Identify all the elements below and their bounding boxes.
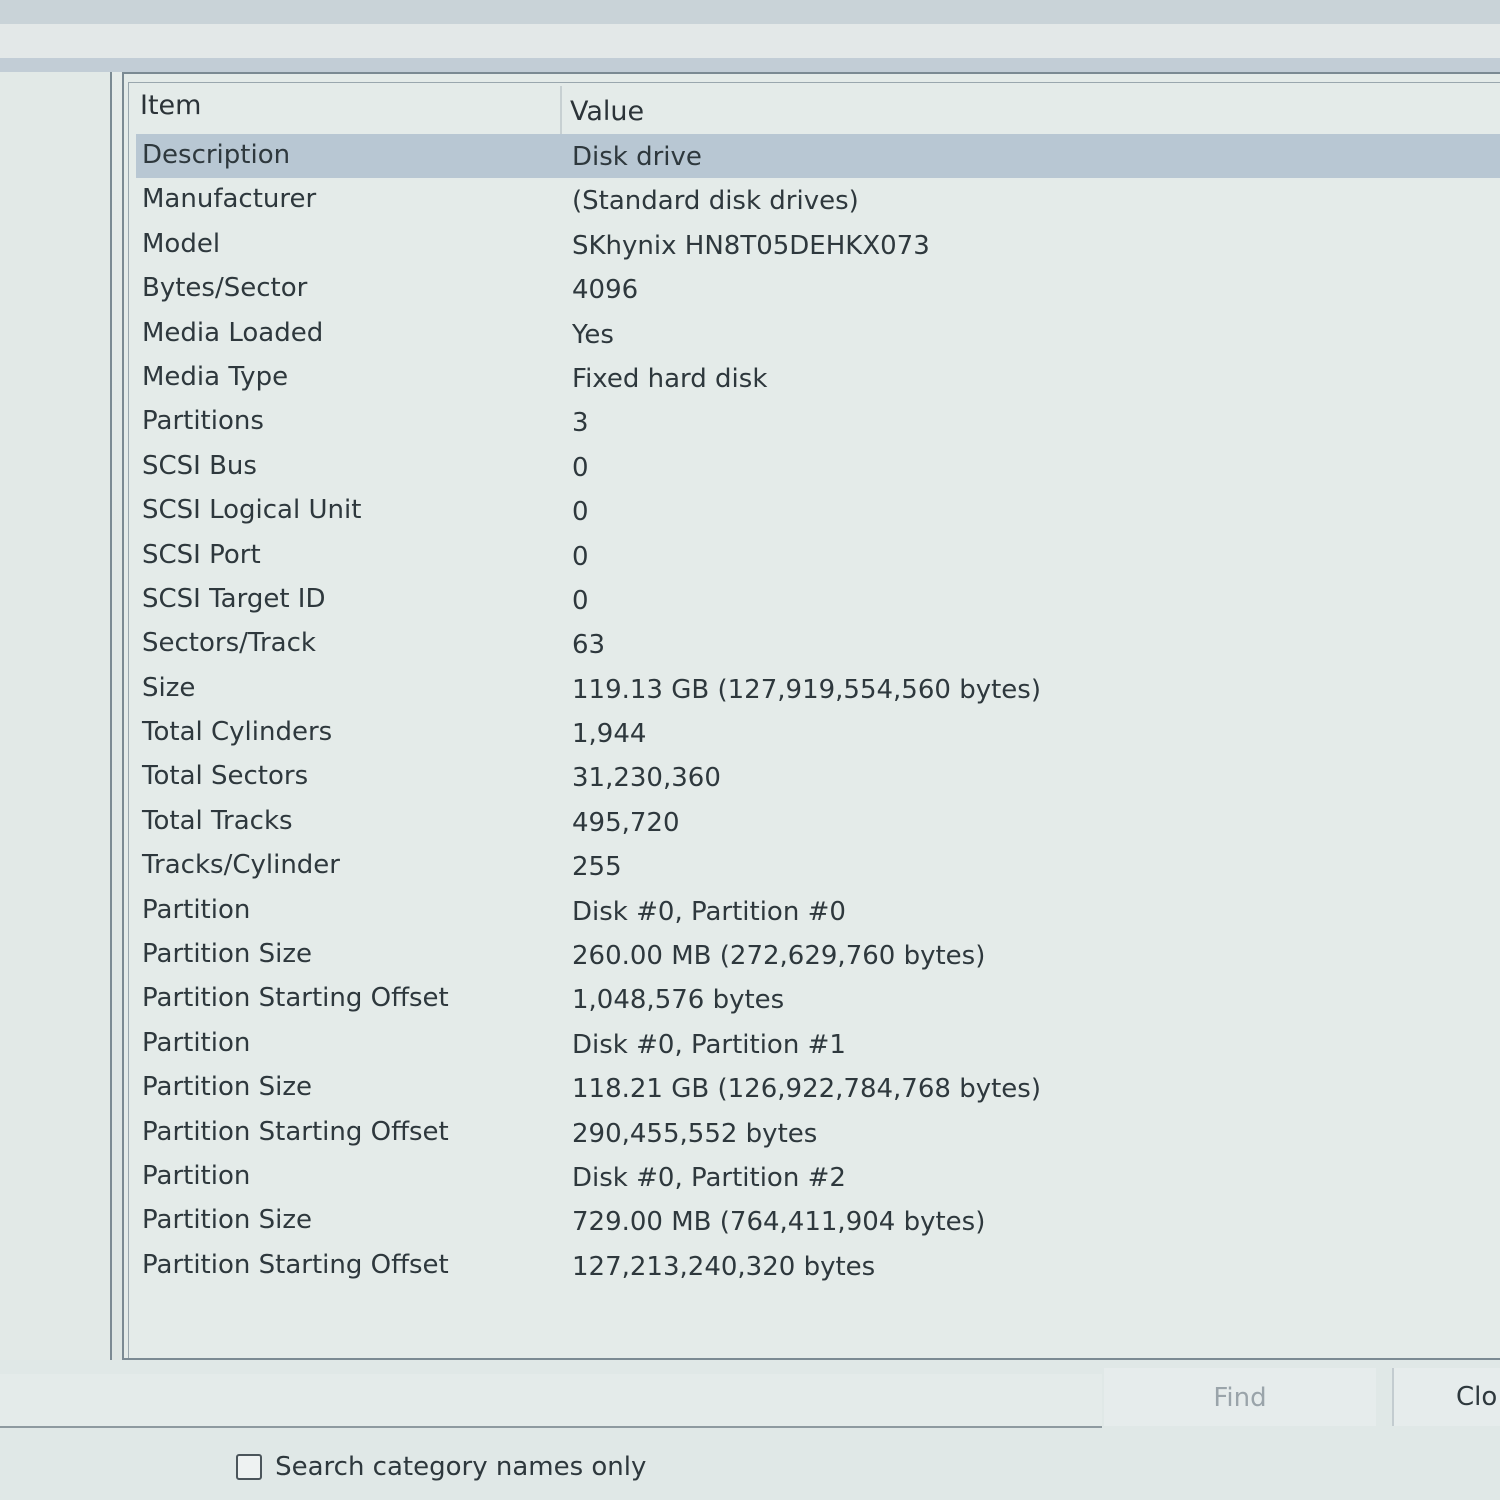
row-value-cell: 127,213,240,320 bytes [572, 1251, 876, 1282]
menu-area [0, 24, 1500, 58]
table-row[interactable]: Tracks/Cylinder 255 [136, 844, 1500, 888]
table-row[interactable]: SCSI Target ID 0 [136, 578, 1500, 622]
row-value-cell: Disk #0, Partition #0 [572, 896, 846, 927]
row-item-cell: Media Loaded [142, 317, 324, 348]
row-value-cell: 729.00 MB (764,411,904 bytes) [572, 1207, 986, 1238]
row-value-cell: 1,048,576 bytes [572, 985, 785, 1016]
row-item-cell: Partition Starting Offset [142, 1249, 449, 1280]
row-item-cell: Partition [142, 894, 251, 925]
row-value-cell: 255 [572, 852, 622, 883]
table-row[interactable]: Partition Disk #0, Partition #2 [136, 1155, 1500, 1199]
table-row[interactable]: Media Loaded Yes [136, 312, 1500, 356]
row-item-cell: Partition [142, 1160, 251, 1191]
system-information-window: Item Value Description Disk drive Manufact… [0, 0, 1500, 1500]
row-value-cell: Disk #0, Partition #2 [572, 1162, 846, 1193]
row-item-cell: SCSI Bus [142, 450, 257, 481]
table-row[interactable]: Media Type Fixed hard disk [136, 356, 1500, 400]
table-row[interactable]: Description Disk drive [136, 134, 1500, 179]
row-value-cell: 0 [572, 585, 589, 616]
details-table-body: Description Disk drive Manufacturer (Standa… [136, 134, 1500, 1288]
row-item-cell: Sectors/Track [142, 628, 316, 659]
column-header-item[interactable]: Item [140, 90, 201, 121]
close-find-button[interactable]: Clo [1392, 1368, 1500, 1426]
search-category-names-option[interactable]: Search category names only [236, 1452, 646, 1486]
search-category-names-checkbox[interactable] [236, 1454, 262, 1480]
row-value-cell: 31,230,360 [572, 763, 721, 794]
row-item-cell: Partition Starting Offset [142, 983, 449, 1014]
row-item-cell: SCSI Target ID [142, 583, 326, 614]
row-item-cell: Total Tracks [142, 805, 293, 836]
table-row[interactable]: Total Tracks 495,720 [136, 800, 1500, 844]
row-value-cell: 260.00 MB (272,629,760 bytes) [572, 941, 986, 972]
row-item-cell: Tracks/Cylinder [142, 850, 340, 881]
row-value-cell: Disk #0, Partition #1 [572, 1029, 846, 1060]
column-header-value[interactable]: Value [570, 96, 644, 127]
table-row[interactable]: SCSI Port 0 [136, 534, 1500, 578]
table-row[interactable]: Total Sectors 31,230,360 [136, 755, 1500, 799]
table-row[interactable]: Partition Disk #0, Partition #1 [136, 1022, 1500, 1066]
row-item-cell: Total Cylinders [142, 717, 333, 748]
row-item-cell: Size [142, 672, 196, 703]
row-value-cell: 3 [572, 408, 589, 439]
row-value-cell: 118.21 GB (126,922,784,768 bytes) [572, 1074, 1041, 1105]
row-item-cell: SCSI Port [142, 539, 261, 570]
table-row[interactable]: Partitions 3 [136, 400, 1500, 444]
details-pane: Item Value Description Disk drive Manufact… [122, 72, 1500, 1360]
table-row[interactable]: Manufacturer (Standard disk drives) [136, 178, 1500, 222]
row-item-cell: Partition Size [142, 939, 312, 970]
row-value-cell: 1,944 [572, 719, 647, 750]
table-row[interactable]: Partition Starting Offset 290,455,552 byt… [136, 1111, 1500, 1155]
table-row[interactable]: Partition Starting Offset 127,213,240,320… [136, 1244, 1500, 1288]
row-value-cell: 0 [572, 497, 589, 528]
row-value-cell: 0 [572, 452, 589, 483]
row-item-cell: Partition Size [142, 1205, 312, 1236]
row-value-cell: 290,455,552 bytes [572, 1118, 818, 1149]
row-item-cell: SCSI Logical Unit [142, 495, 362, 526]
row-value-cell: Disk drive [572, 142, 702, 172]
row-item-cell: Manufacturer [142, 184, 317, 215]
row-value-cell: Yes [572, 319, 614, 350]
column-header-row: Item Value [134, 80, 1494, 134]
table-row[interactable]: SCSI Logical Unit 0 [136, 489, 1500, 533]
row-item-cell: Partition Size [142, 1072, 312, 1103]
find-bar: Find Clo Search category names only [0, 1360, 1500, 1500]
table-row[interactable]: Model SKhynix HN8T05DEHKX073 [136, 223, 1500, 267]
table-row[interactable]: Total Cylinders 1,944 [136, 711, 1500, 755]
find-what-input[interactable] [0, 1374, 1102, 1428]
row-item-cell: Media Type [142, 361, 289, 392]
category-tree-pane[interactable] [0, 72, 112, 1360]
top-strip [0, 0, 1500, 24]
row-value-cell: 0 [572, 541, 589, 572]
row-value-cell: SKhynix HN8T05DEHKX073 [572, 230, 930, 261]
row-value-cell: 4096 [572, 275, 639, 306]
table-row[interactable]: Partition Disk #0, Partition #0 [136, 889, 1500, 933]
row-item-cell: Model [142, 228, 221, 259]
table-row[interactable]: Partition Size 260.00 MB (272,629,760 byt… [136, 933, 1500, 977]
table-row[interactable]: Partition Starting Offset 1,048,576 bytes [136, 977, 1500, 1021]
table-row[interactable]: Bytes/Sector 4096 [136, 267, 1500, 311]
row-item-cell: Partition Starting Offset [142, 1116, 449, 1147]
table-row[interactable]: SCSI Bus 0 [136, 445, 1500, 489]
column-separator[interactable] [560, 86, 562, 134]
row-item-cell: Partition [142, 1027, 251, 1058]
pane-divider-band [0, 58, 1500, 72]
table-row[interactable]: Partition Size 118.21 GB (126,922,784,768… [136, 1066, 1500, 1110]
find-button[interactable]: Find [1104, 1368, 1376, 1426]
row-value-cell: 63 [572, 630, 606, 661]
table-row[interactable]: Sectors/Track 63 [136, 622, 1500, 666]
row-item-cell: Total Sectors [142, 761, 309, 792]
search-category-names-label: Search category names only [275, 1452, 647, 1482]
row-item-cell: Bytes/Sector [142, 273, 308, 304]
row-value-cell: 119.13 GB (127,919,554,560 bytes) [572, 674, 1041, 705]
table-row[interactable]: Partition Size 729.00 MB (764,411,904 byt… [136, 1199, 1500, 1243]
table-row[interactable]: Size 119.13 GB (127,919,554,560 bytes) [136, 667, 1500, 711]
row-value-cell: Fixed hard disk [572, 363, 768, 394]
row-item-cell: Description [142, 140, 291, 170]
row-value-cell: (Standard disk drives) [572, 186, 859, 217]
row-value-cell: 495,720 [572, 807, 680, 838]
row-item-cell: Partitions [142, 406, 264, 437]
